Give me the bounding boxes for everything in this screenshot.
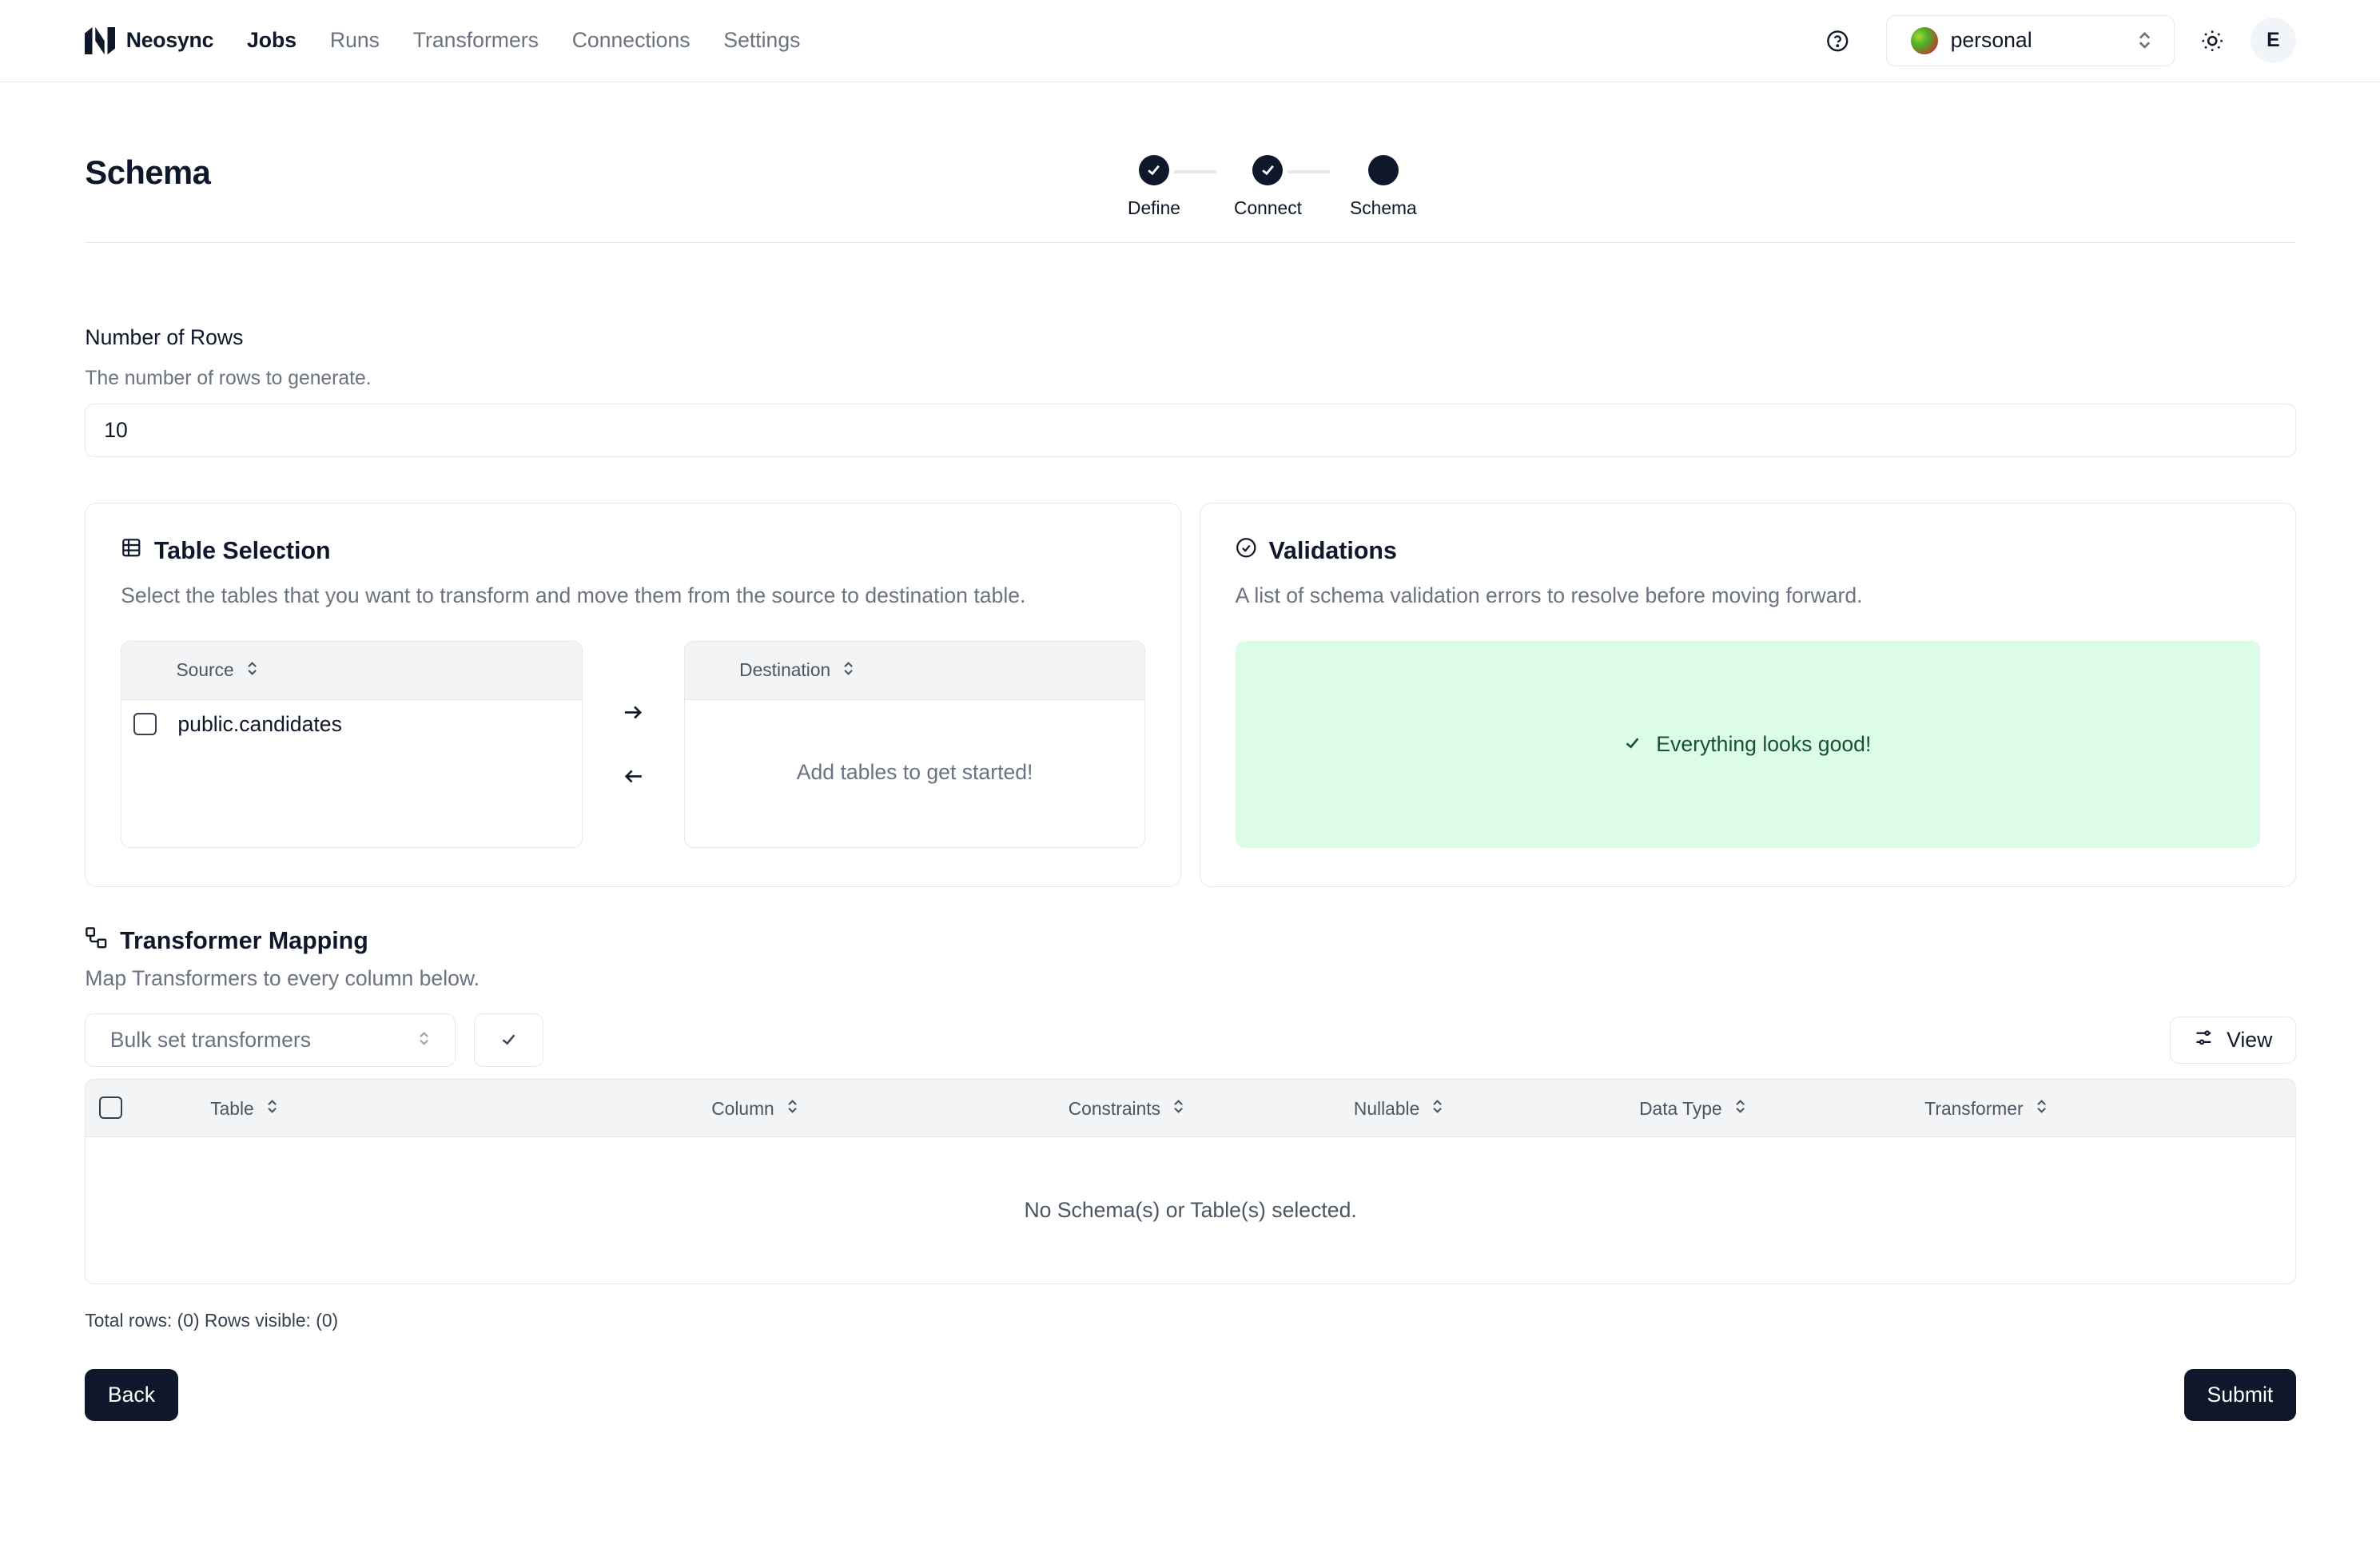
sort-icon bbox=[1431, 1098, 1443, 1120]
destination-empty-message: Add tables to get started! bbox=[796, 760, 1033, 785]
destination-header[interactable]: Destination bbox=[684, 642, 1145, 700]
sort-icon bbox=[2036, 1098, 2048, 1120]
view-label: View bbox=[2227, 1028, 2273, 1053]
back-button[interactable]: Back bbox=[85, 1369, 178, 1421]
column-header-label: Nullable bbox=[1353, 1097, 1420, 1119]
transformer-mapping-icon bbox=[85, 926, 108, 956]
validation-status-box: Everything looks good! bbox=[1235, 641, 2261, 848]
source-item-label: public.candidates bbox=[177, 711, 342, 736]
select-all-checkbox[interactable] bbox=[99, 1096, 122, 1120]
view-options-button[interactable]: View bbox=[2169, 1017, 2296, 1065]
column-header-nullable[interactable]: Nullable bbox=[1354, 1080, 1444, 1137]
bulk-transformer-select[interactable]: Bulk set transformers bbox=[85, 1013, 456, 1067]
step-define: Define bbox=[1108, 154, 1200, 219]
chevrons-up-down-icon bbox=[2137, 31, 2152, 50]
mapping-table-header: Table Column Constraints Nullable Data T… bbox=[86, 1080, 2295, 1138]
step-label: Connect bbox=[1234, 197, 1302, 218]
column-header-transformer[interactable]: Transformer bbox=[1924, 1080, 2048, 1137]
mapping-table-empty-message: No Schema(s) or Table(s) selected. bbox=[1024, 1197, 1357, 1222]
column-header-constraints[interactable]: Constraints bbox=[1069, 1080, 1185, 1137]
nav-link-connections[interactable]: Connections bbox=[572, 28, 691, 53]
sort-icon bbox=[266, 1098, 278, 1120]
brand-name: Neosync bbox=[125, 28, 214, 53]
check-icon bbox=[500, 1026, 517, 1054]
step-current-dot bbox=[1367, 154, 1399, 185]
validation-status-text: Everything looks good! bbox=[1656, 732, 1872, 757]
rows-field-label: Number of Rows bbox=[85, 324, 244, 349]
mapping-table: Table Column Constraints Nullable Data T… bbox=[85, 1079, 2296, 1284]
nav-link-runs[interactable]: Runs bbox=[330, 28, 380, 53]
sort-icon bbox=[1734, 1098, 1746, 1120]
column-header-table[interactable]: Table bbox=[210, 1080, 278, 1137]
step-label: Define bbox=[1128, 197, 1180, 218]
validations-description: A list of schema validation errors to re… bbox=[1235, 583, 1863, 607]
sun-icon[interactable] bbox=[2199, 27, 2226, 54]
step-schema: Schema bbox=[1338, 154, 1429, 219]
sliders-icon bbox=[2193, 1027, 2215, 1054]
user-avatar[interactable]: E bbox=[2250, 18, 2296, 64]
step-connector bbox=[1173, 169, 1216, 173]
sort-icon bbox=[842, 659, 854, 681]
nav-link-jobs[interactable]: Jobs bbox=[247, 28, 297, 53]
column-header-label: Data Type bbox=[1639, 1097, 1722, 1119]
source-list: Source public.candidates bbox=[121, 641, 583, 848]
submit-button[interactable]: Submit bbox=[2184, 1369, 2296, 1421]
table-selection-title: Table Selection bbox=[153, 536, 331, 564]
check-circle-icon bbox=[1236, 537, 1257, 565]
table-selection-card: Table Selection Select the tables that y… bbox=[85, 502, 1182, 887]
account-switcher[interactable]: personal bbox=[1885, 14, 2175, 67]
column-header-label: Constraints bbox=[1068, 1097, 1160, 1119]
destination-header-label: Destination bbox=[739, 659, 831, 681]
account-avatar bbox=[1911, 26, 1939, 54]
column-header-data-type[interactable]: Data Type bbox=[1639, 1080, 1746, 1137]
account-name: personal bbox=[1950, 28, 2032, 53]
move-right-arrow-icon[interactable] bbox=[619, 702, 647, 723]
step-complete-check-icon bbox=[1138, 154, 1169, 185]
step-connect: Connect bbox=[1222, 154, 1313, 219]
page-header: Schema Define Connect Schema bbox=[85, 82, 2296, 243]
step-connector bbox=[1288, 169, 1331, 173]
source-header-label: Source bbox=[176, 659, 234, 681]
destination-list: Destination Add tables to get started! bbox=[683, 641, 1146, 848]
source-item[interactable]: public.candidates bbox=[121, 700, 582, 749]
column-header-label: Table bbox=[210, 1097, 254, 1119]
column-header-label: Column bbox=[711, 1097, 774, 1119]
transformer-mapping-title: Transformer Mapping bbox=[120, 926, 368, 954]
bulk-transformer-placeholder: Bulk set transformers bbox=[109, 1028, 312, 1053]
column-header-column[interactable]: Column bbox=[711, 1080, 798, 1137]
top-nav: Neosync Jobs Runs Transformers Connectio… bbox=[0, 0, 2380, 82]
table-icon bbox=[121, 537, 142, 565]
sort-icon bbox=[786, 1098, 798, 1120]
bulk-apply-button[interactable] bbox=[473, 1013, 544, 1067]
nav-link-settings[interactable]: Settings bbox=[723, 28, 800, 53]
help-icon[interactable] bbox=[1825, 29, 1849, 53]
transformer-mapping-description: Map Transformers to every column below. bbox=[85, 965, 480, 990]
step-label: Schema bbox=[1350, 197, 1417, 218]
validations-title: Validations bbox=[1268, 536, 1397, 564]
source-item-checkbox[interactable] bbox=[133, 712, 157, 736]
move-left-arrow-icon[interactable] bbox=[619, 766, 647, 787]
sort-icon bbox=[246, 659, 258, 681]
neosync-logo-icon bbox=[85, 26, 116, 54]
check-icon bbox=[1624, 732, 1641, 757]
brand[interactable]: Neosync bbox=[85, 26, 214, 54]
validations-card: Validations A list of schema validation … bbox=[1199, 502, 2296, 887]
stepper: Define Connect Schema bbox=[1108, 154, 1417, 225]
source-header[interactable]: Source bbox=[121, 642, 582, 700]
chevrons-up-down-icon bbox=[418, 1028, 430, 1053]
table-selection-description: Select the tables that you want to trans… bbox=[121, 583, 1026, 607]
step-complete-check-icon bbox=[1252, 154, 1284, 185]
sort-icon bbox=[1172, 1098, 1184, 1120]
column-header-label: Transformer bbox=[1924, 1097, 2024, 1119]
rows-input[interactable]: 10 bbox=[85, 404, 2296, 457]
rows-field-description: The number of rows to generate. bbox=[85, 368, 372, 390]
row-count-footer: Total rows: (0) Rows visible: (0) bbox=[85, 1309, 339, 1331]
page-title: Schema bbox=[85, 153, 211, 191]
nav-link-transformers[interactable]: Transformers bbox=[413, 28, 539, 53]
